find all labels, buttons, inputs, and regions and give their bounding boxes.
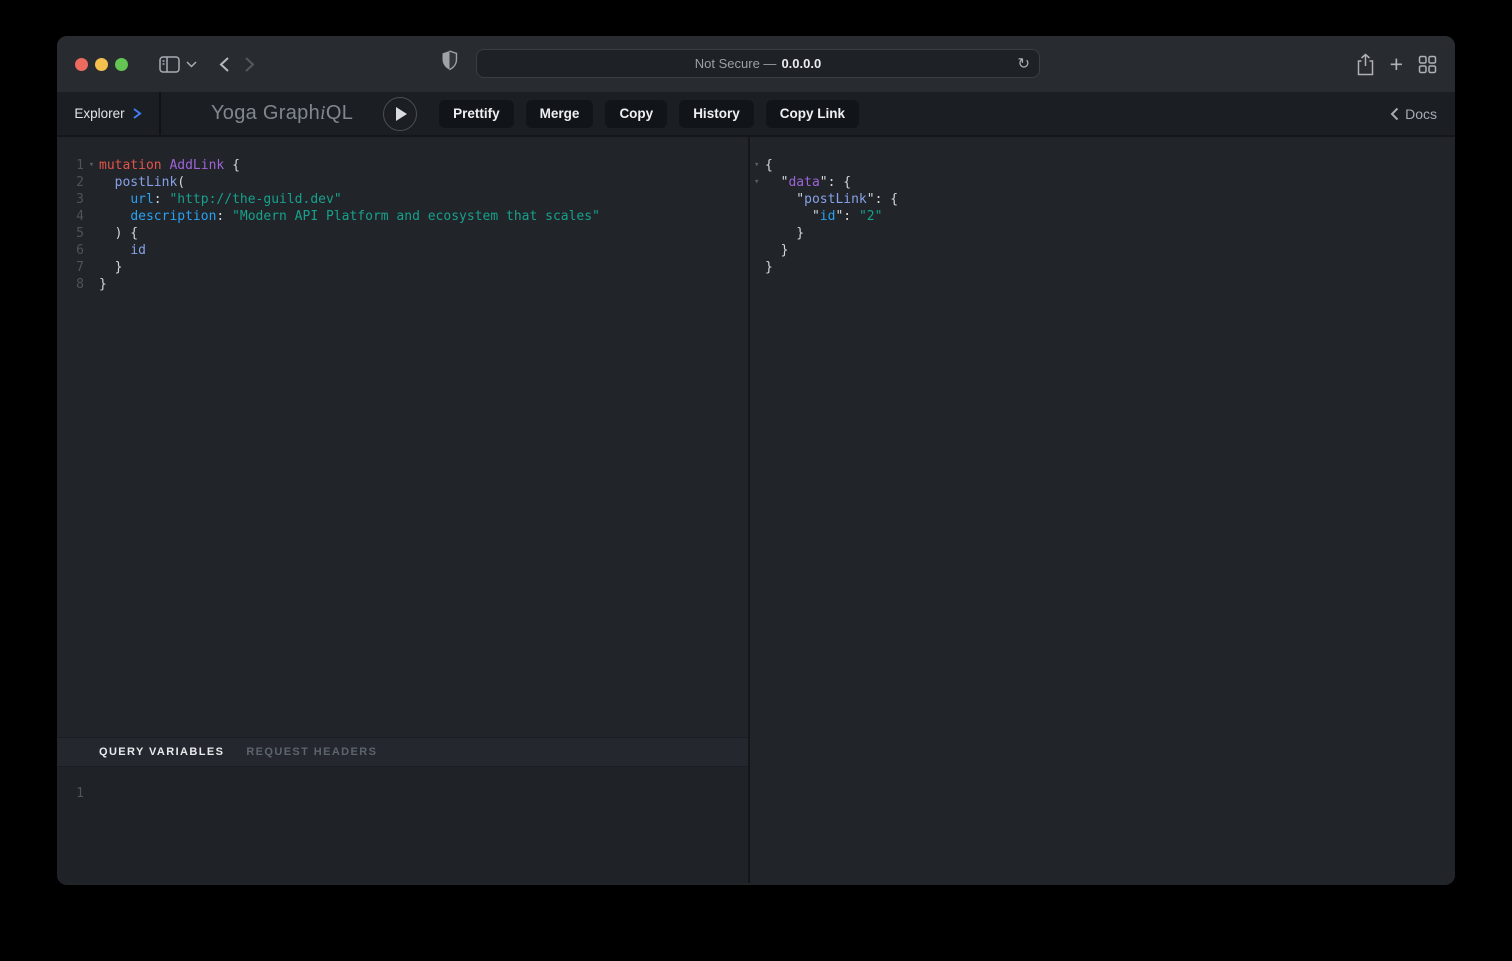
code-text: } (765, 225, 804, 242)
code-line: } (750, 242, 1455, 259)
sidebar-toggle-icon[interactable] (159, 56, 180, 73)
explorer-toggle-button[interactable]: Explorer (57, 92, 161, 135)
code-line: ▾ "data": { (750, 174, 1455, 191)
line-number: 4 (57, 208, 84, 225)
code-text: "postLink": { (765, 191, 898, 208)
page-title: Yoga GraphiQL (211, 102, 353, 125)
fold-gutter (84, 242, 99, 259)
code-line: } (750, 225, 1455, 242)
security-label: Not Secure — (695, 56, 777, 71)
fold-gutter (750, 225, 765, 242)
code-text: ) { (99, 225, 138, 242)
line-number: 5 (57, 225, 84, 242)
explorer-label: Explorer (74, 106, 124, 121)
line-number: 7 (57, 259, 84, 276)
code-text: } (99, 276, 107, 293)
line-number: 6 (57, 242, 84, 259)
query-variables-editor[interactable]: 1 (57, 767, 748, 883)
merge-button[interactable]: Merge (526, 100, 594, 128)
code-text: id (99, 242, 146, 259)
chevron-down-icon[interactable] (186, 61, 197, 68)
code-line: 7 } (57, 259, 748, 276)
code-text: "data": { (765, 174, 851, 191)
code-line: ▾{ (750, 157, 1455, 174)
code-text: { (765, 157, 773, 174)
fold-gutter (750, 208, 765, 225)
copy-link-button[interactable]: Copy Link (766, 100, 859, 128)
window-controls (75, 58, 128, 71)
fold-arrow-icon[interactable]: ▾ (750, 174, 765, 191)
code-line: 4 description: "Modern API Platform and … (57, 208, 748, 225)
code-line: 8} (57, 276, 748, 293)
forward-icon[interactable] (244, 56, 255, 73)
code-line: "postLink": { (750, 191, 1455, 208)
prettify-button[interactable]: Prettify (439, 100, 514, 128)
docs-label: Docs (1405, 106, 1437, 122)
fold-gutter (750, 191, 765, 208)
back-icon[interactable] (219, 56, 230, 73)
fold-gutter (84, 259, 99, 276)
code-text: postLink( (99, 174, 185, 191)
zoom-window-button[interactable] (115, 58, 128, 71)
code-line: 2 postLink( (57, 174, 748, 191)
address-bar[interactable]: Not Secure — 0.0.0.0 ↻ (476, 49, 1040, 78)
explorer-chevron-icon (132, 107, 142, 120)
code-line: 1▾mutation AddLink { (57, 157, 748, 174)
code-text: url: "http://the-guild.dev" (99, 191, 342, 208)
url-text: 0.0.0.0 (781, 56, 821, 71)
fold-arrow-icon[interactable]: ▾ (84, 157, 99, 174)
copy-button[interactable]: Copy (605, 100, 667, 128)
close-window-button[interactable] (75, 58, 88, 71)
code-text: mutation AddLink { (99, 157, 240, 174)
line-number: 8 (57, 276, 84, 293)
browser-window: Not Secure — 0.0.0.0 ↻ + (57, 36, 1455, 885)
fold-gutter (750, 242, 765, 259)
line-number: 1 (57, 157, 84, 174)
tab-query-variables[interactable]: QUERY VARIABLES (99, 746, 224, 758)
browser-titlebar: Not Secure — 0.0.0.0 ↻ + (57, 36, 1455, 92)
graphiql-content: 1▾mutation AddLink {2 postLink(3 url: "h… (57, 137, 1455, 883)
refresh-icon[interactable]: ↻ (1017, 56, 1030, 71)
fold-gutter (84, 785, 99, 802)
code-line: 5 ) { (57, 225, 748, 242)
play-icon (396, 107, 407, 121)
minimize-window-button[interactable] (95, 58, 108, 71)
fold-gutter (84, 276, 99, 293)
line-number: 3 (57, 191, 84, 208)
code-line: 6 id (57, 242, 748, 259)
code-text: "id": "2" (765, 208, 882, 225)
response-viewer[interactable]: ▾{▾ "data": { "postLink": { "id": "2" } … (750, 137, 1455, 883)
left-pane: 1▾mutation AddLink {2 postLink(3 url: "h… (57, 137, 748, 883)
code-line: 3 url: "http://the-guild.dev" (57, 191, 748, 208)
line-number: 2 (57, 174, 84, 191)
share-icon[interactable] (1356, 53, 1375, 76)
fold-gutter (84, 174, 99, 191)
history-button[interactable]: History (679, 100, 754, 128)
code-text: } (765, 242, 788, 259)
fold-arrow-icon[interactable]: ▾ (750, 157, 765, 174)
code-line: 1 (57, 785, 748, 802)
code-text: } (765, 259, 773, 276)
code-text: description: "Modern API Platform and ec… (99, 208, 600, 225)
new-tab-icon[interactable]: + (1390, 53, 1403, 76)
tab-request-headers[interactable]: REQUEST HEADERS (246, 746, 377, 758)
fold-gutter (84, 191, 99, 208)
query-editor[interactable]: 1▾mutation AddLink {2 postLink(3 url: "h… (57, 137, 748, 737)
code-line: } (750, 259, 1455, 276)
fold-gutter (84, 208, 99, 225)
secondary-editor-tabbar: QUERY VARIABLES REQUEST HEADERS (57, 737, 748, 767)
line-number: 1 (57, 785, 84, 802)
toolbar-buttons: Prettify Merge Copy History Copy Link (439, 100, 859, 128)
graphiql-toolbar: Explorer Yoga GraphiQL Prettify Merge Co… (57, 92, 1455, 137)
execute-query-button[interactable] (383, 97, 417, 131)
fold-gutter (84, 225, 99, 242)
tab-overview-icon[interactable] (1418, 55, 1437, 74)
shield-icon[interactable] (441, 50, 458, 71)
docs-button[interactable]: Docs (1390, 106, 1437, 122)
code-text: } (99, 259, 122, 276)
code-line: "id": "2" (750, 208, 1455, 225)
docs-chevron-icon (1390, 107, 1399, 121)
fold-gutter (750, 259, 765, 276)
